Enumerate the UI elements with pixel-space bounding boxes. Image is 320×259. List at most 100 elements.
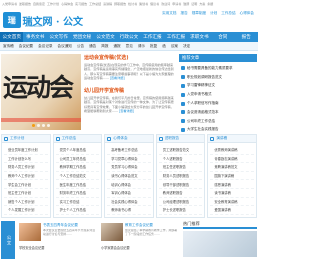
category-link[interactable]: 营业员年度工作计划 <box>4 146 48 155</box>
header-link[interactable]: 报告 <box>181 11 188 16</box>
top-link[interactable]: 倡议书 <box>150 2 159 6</box>
carousel-dot[interactable] <box>42 123 45 127</box>
category-link[interactable]: 个人发展工作计划 <box>4 206 48 215</box>
featured-article-title[interactable]: 运动会宣传稿(优选) <box>84 54 176 61</box>
category-panel-header[interactable]: 工作计划 <box>2 135 50 143</box>
subnav-item[interactable]: 公告 <box>77 44 84 49</box>
category-link[interactable]: 读书演讲稿 <box>210 189 254 198</box>
nav-item[interactable]: 行政公文 <box>117 32 140 42</box>
recommended-item[interactable]: 学习雷锋精神征文 <box>181 82 255 91</box>
header-link[interactable]: 心得体会 <box>240 11 254 16</box>
category-link[interactable]: 爱国演讲稿 <box>210 206 254 215</box>
category-link[interactable]: 安全教育演讲稿 <box>210 198 254 207</box>
header-link[interactable]: 计划 <box>210 11 217 16</box>
bottom-link[interactable]: 学校安全会议纪要 <box>19 245 97 250</box>
recommended-item[interactable]: 公司年终工作总结 <box>181 117 255 126</box>
category-link[interactable]: 青春励志演讲稿 <box>210 155 254 164</box>
hero-banner-image[interactable]: 运动会 <box>1 54 81 130</box>
subnav-item[interactable]: 会议记录 <box>38 44 52 49</box>
top-link[interactable]: 方案 <box>199 2 205 6</box>
header-link[interactable]: 工作总结 <box>221 11 235 16</box>
subnav-item[interactable]: 请示 <box>138 44 145 49</box>
nav-item[interactable]: 事务文书 <box>23 32 46 42</box>
nav-item[interactable]: 工作汇报 <box>141 32 164 42</box>
category-link[interactable]: 培训心得体会 <box>107 180 151 189</box>
article-card-title[interactable]: 教育工作会议纪要 <box>125 223 179 228</box>
top-link[interactable]: 入党申请书 <box>2 2 17 6</box>
top-link[interactable]: 策划书 <box>139 2 148 6</box>
subnav-item[interactable]: 宣传稿 <box>3 44 14 49</box>
category-link[interactable]: 军训心得体会 <box>107 189 151 198</box>
category-panel-header[interactable]: 工作总结 <box>53 135 102 143</box>
category-link[interactable]: 公司员工年终总结 <box>55 155 100 164</box>
category-panel-header[interactable]: 演讲稿 <box>208 135 256 143</box>
article-thumbnail[interactable] <box>101 223 123 241</box>
category-link[interactable]: 财务人员述职报告 <box>158 172 203 181</box>
category-link[interactable]: 学习党章心得体会 <box>107 155 151 164</box>
nav-item-home[interactable]: 公文首页 <box>0 32 24 42</box>
recommended-item[interactable]: 职业规划调研报告范文 <box>181 73 255 82</box>
hot-recommend-image[interactable] <box>183 231 257 257</box>
category-link[interactable]: 读书心得体会范文 <box>107 172 151 181</box>
category-link[interactable]: 公司经理述职报告 <box>158 198 203 207</box>
category-link[interactable]: 优秀教师演讲稿 <box>210 146 254 155</box>
top-link[interactable]: 工作总结 <box>89 2 101 6</box>
subnav-item[interactable]: 会议纪要 <box>19 44 33 49</box>
subnav-item[interactable]: 函 <box>162 44 166 49</box>
recommended-item[interactable]: 秘书需要具备的能力素质要求 <box>181 64 255 73</box>
category-panel-header[interactable]: 述职报告 <box>156 135 205 143</box>
recommended-item[interactable]: 入党申请书格式 <box>181 90 255 99</box>
category-link[interactable]: 医生年度工作总结 <box>55 180 100 189</box>
subnav-item[interactable]: 通告 <box>89 44 96 49</box>
top-link[interactable]: 工作计划 <box>47 2 59 6</box>
category-link[interactable]: 员工述职报告范文 <box>158 146 203 155</box>
nav-item[interactable]: 党团文秘 <box>70 32 93 42</box>
featured-article-title[interactable]: 幼儿园开学宣传稿 <box>84 87 176 94</box>
carousel-dot-active[interactable] <box>32 123 35 127</box>
top-link[interactable]: 欢迎词 <box>161 2 170 6</box>
category-panel-header[interactable]: 心得体会 <box>105 135 153 143</box>
nav-item[interactable]: 公文写作 <box>47 32 70 42</box>
subnav-item[interactable]: 会议通知 <box>58 44 72 49</box>
site-logo[interactable]: 瑞 瑞文网 · 公文 RUIWEN.COM <box>3 11 83 29</box>
top-link[interactable]: 实习报告 <box>75 2 87 6</box>
header-link[interactable]: 规章制度 <box>192 11 206 16</box>
top-link[interactable]: 检讨书 <box>128 2 137 6</box>
category-link[interactable]: 感恩演讲稿 <box>210 180 254 189</box>
article-thumbnail[interactable] <box>19 223 41 241</box>
carousel-dot[interactable] <box>47 123 50 127</box>
subnav-item[interactable]: 简报 <box>101 44 108 49</box>
subnav-item[interactable]: 意见 <box>126 44 133 49</box>
subnav-item[interactable]: 通报 <box>113 44 120 49</box>
nav-item[interactable]: 求职文书 <box>188 32 211 42</box>
top-link[interactable]: 自我鉴定 <box>33 2 45 6</box>
top-link[interactable]: 演讲稿 <box>103 2 112 6</box>
nav-item[interactable]: 报告 <box>235 32 258 42</box>
category-link[interactable]: 销售个人工作计划 <box>4 198 48 207</box>
category-link[interactable]: 国旗下演讲稿 <box>210 172 254 181</box>
subnav-item[interactable]: 议案 <box>171 44 178 49</box>
read-more-link[interactable]: [查看详细] <box>119 109 134 113</box>
top-link[interactable]: 申请书 <box>172 2 181 6</box>
category-link[interactable]: 个人述职报告 <box>158 155 203 164</box>
category-link[interactable]: 社会实践心得体会 <box>107 198 151 207</box>
top-link[interactable]: 辞职报告 <box>114 2 126 6</box>
category-link[interactable]: 教师学期工作总结 <box>55 163 100 172</box>
category-link[interactable]: 实习工作总结 <box>55 198 100 207</box>
category-link[interactable]: 财务人员工作计划 <box>4 163 48 172</box>
category-link[interactable]: 党员学习心得体会 <box>107 163 151 172</box>
article-card[interactable]: 书表五四青年会议纪要 本次会议主要围绕五四青年节开展系列活动进行讨论与安排…… <box>19 223 97 259</box>
top-link[interactable]: 致辞 <box>183 2 189 6</box>
article-card-title[interactable]: 书表五四青年会议纪要 <box>43 223 97 228</box>
subnav-item[interactable]: 批复 <box>150 44 157 49</box>
bottom-link[interactable]: 小学家委会会议纪要 <box>101 245 179 250</box>
category-link[interactable]: 班主任述职报告 <box>158 163 203 172</box>
category-link[interactable]: 工作计划怎么写 <box>4 155 48 164</box>
category-link[interactable]: 个人工作总结范文 <box>55 172 100 181</box>
header-link[interactable]: 实用文档 <box>162 11 176 16</box>
nav-item[interactable]: 合同 <box>211 32 234 42</box>
top-link[interactable]: 条据 <box>207 2 213 6</box>
nav-item[interactable]: 工作汇报 <box>164 32 187 42</box>
carousel-dot[interactable] <box>37 123 40 127</box>
top-link[interactable]: 证明 <box>191 2 197 6</box>
